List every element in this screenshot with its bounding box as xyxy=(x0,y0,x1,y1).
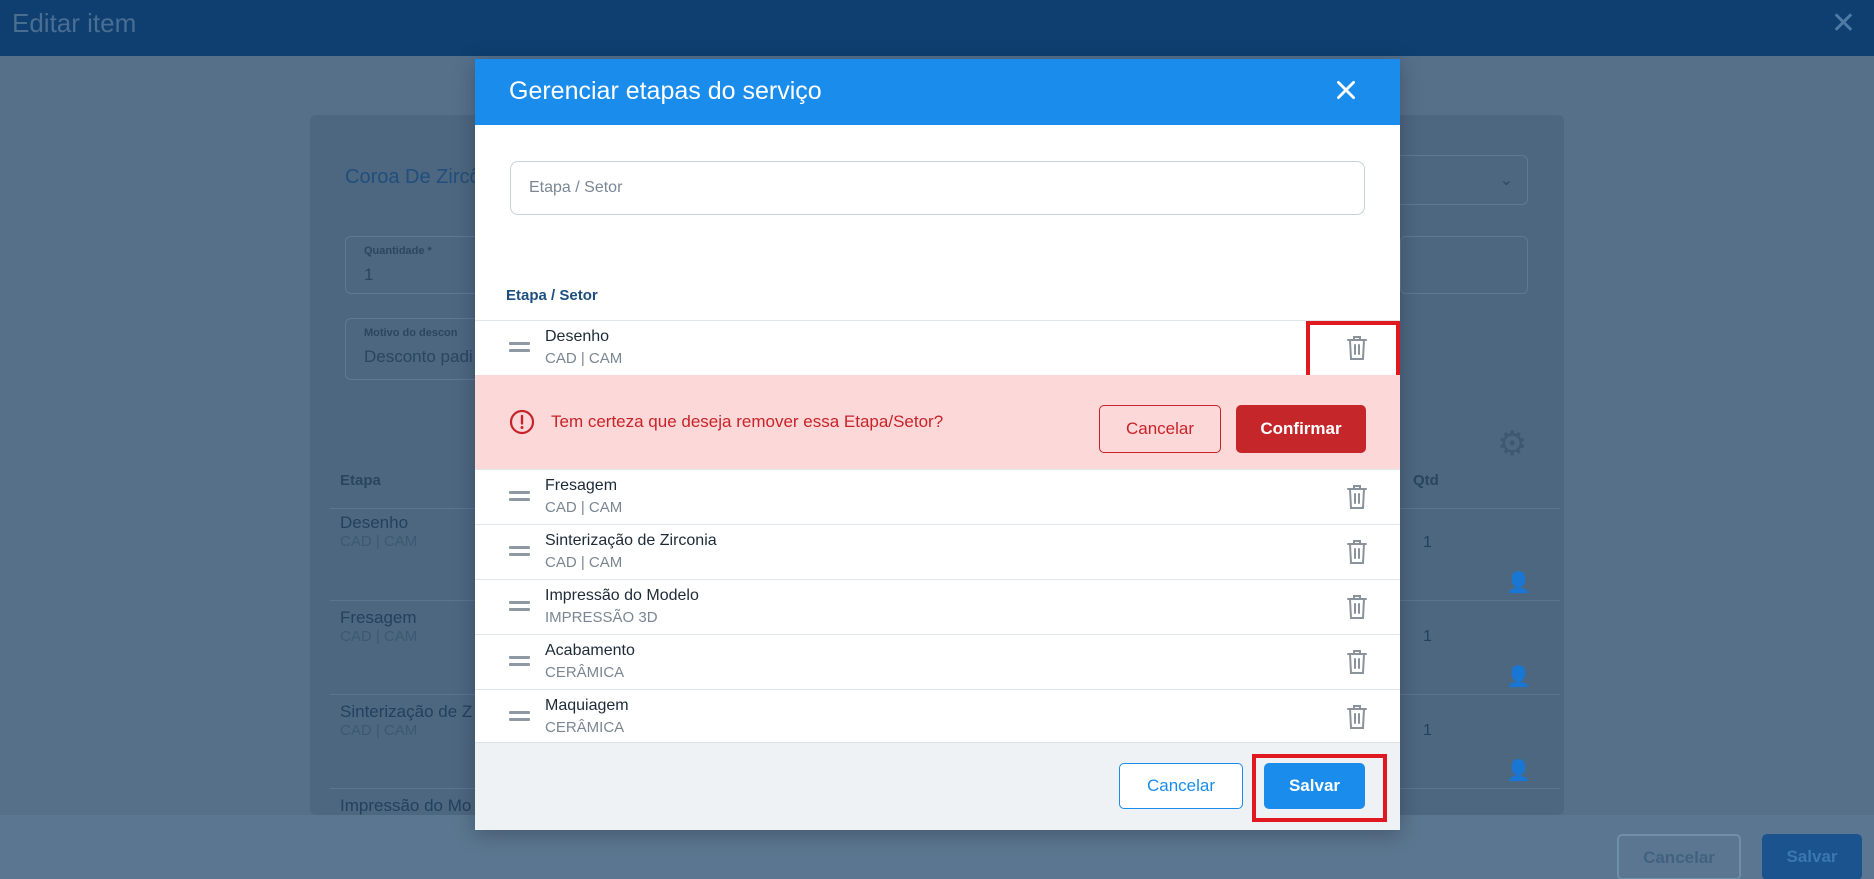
confirm-cancel-button[interactable]: Cancelar xyxy=(1099,405,1221,453)
step-name: Maquiagem xyxy=(545,697,629,714)
column-header-etapa-setor: Etapa / Setor xyxy=(506,287,598,304)
drag-handle-icon[interactable] xyxy=(509,601,530,613)
step-sector: IMPRESSÃO 3D xyxy=(545,609,658,626)
drag-handle-icon[interactable] xyxy=(509,546,530,558)
trash-highlight-box xyxy=(1306,321,1400,381)
add-person-icon[interactable]: 👤 xyxy=(1506,664,1531,689)
step-name: Sinterização de Zirconia xyxy=(545,532,717,549)
drag-handle-icon[interactable] xyxy=(509,342,530,354)
modal-footer: Cancelar Salvar xyxy=(475,742,1400,830)
drag-handle-icon[interactable] xyxy=(509,491,530,503)
confirmation-message: Tem certeza que deseja remover essa Etap… xyxy=(551,412,944,431)
trash-icon[interactable] xyxy=(1346,649,1368,675)
confirm-remove-button[interactable]: Confirmar xyxy=(1236,405,1366,453)
manage-steps-modal: Gerenciar etapas do serviço Etapa / Seto… xyxy=(475,59,1400,830)
add-person-icon[interactable]: 👤 xyxy=(1506,570,1531,595)
discount-reason-label: Motivo do descon xyxy=(364,327,458,339)
step-sector: CAD | CAM xyxy=(545,499,623,516)
bg-field-right[interactable] xyxy=(1400,236,1528,294)
quantity-field[interactable]: Quantidade * 1 xyxy=(345,236,485,294)
step-sector: CAD | CAM xyxy=(545,554,623,571)
discount-reason-field[interactable]: Motivo do descon Desconto padi xyxy=(345,318,485,380)
step-name: Desenho xyxy=(545,328,610,345)
cancel-button[interactable]: Cancelar xyxy=(1119,763,1243,809)
list-item: Desenho CAD | CAM xyxy=(475,320,1400,381)
page-close-icon[interactable]: ✕ xyxy=(1831,6,1856,41)
step-name: Impressão do Modelo xyxy=(545,587,699,604)
list-item: Sinterização de Zirconia CAD | CAM xyxy=(475,524,1400,579)
step-search-input[interactable] xyxy=(510,161,1365,215)
add-person-icon[interactable]: 👤 xyxy=(1506,758,1531,783)
bg-row-qty: 1 xyxy=(1423,722,1432,739)
product-name: Coroa De Zircô xyxy=(345,166,481,188)
bg-row-qty: 1 xyxy=(1423,628,1432,645)
chevron-down-icon: ⌄ xyxy=(1499,172,1513,189)
quantity-label: Quantidade * xyxy=(364,245,432,257)
modal-header: Gerenciar etapas do serviço xyxy=(475,59,1400,125)
list-item: Acabamento CERÂMICA xyxy=(475,634,1400,689)
steps-list: Desenho CAD | CAM Tem certeza que deseja… xyxy=(475,320,1400,744)
trash-icon[interactable] xyxy=(1346,484,1368,510)
bg-column-etapa: Etapa xyxy=(340,472,381,489)
trash-icon[interactable] xyxy=(1346,594,1368,620)
gear-icon[interactable]: ⚙ xyxy=(1497,424,1527,464)
step-sector: CAD | CAM xyxy=(545,350,623,367)
alert-circle-icon xyxy=(509,409,535,435)
drag-handle-icon[interactable] xyxy=(509,656,530,668)
trash-icon[interactable] xyxy=(1346,704,1368,730)
drag-handle-icon[interactable] xyxy=(509,711,530,723)
discount-reason-value: Desconto padi xyxy=(364,347,473,366)
step-name: Fresagem xyxy=(545,477,618,494)
product-select[interactable]: ⌄ xyxy=(1390,155,1528,205)
bg-row-qty: 1 xyxy=(1423,534,1432,551)
modal-title: Gerenciar etapas do serviço xyxy=(509,77,822,105)
page-cancel-button[interactable]: Cancelar xyxy=(1617,834,1741,879)
remove-confirmation-bar: Tem certeza que deseja remover essa Etap… xyxy=(475,375,1400,469)
step-sector: CERÂMICA xyxy=(545,664,625,681)
list-item: Maquiagem CERÂMICA xyxy=(475,689,1400,744)
page-save-button[interactable]: Salvar xyxy=(1762,834,1862,879)
trash-icon[interactable] xyxy=(1346,539,1368,565)
page-title: Editar item xyxy=(12,8,137,38)
bg-column-qtd: Qtd xyxy=(1413,472,1439,489)
step-sector: CERÂMICA xyxy=(545,719,625,736)
step-name: Acabamento xyxy=(545,642,635,659)
save-highlight-box xyxy=(1252,754,1387,822)
close-icon[interactable] xyxy=(1333,77,1363,107)
page-header: Editar item ✕ xyxy=(0,0,1874,56)
list-item: Fresagem CAD | CAM xyxy=(475,469,1400,524)
list-item: Impressão do Modelo IMPRESSÃO 3D xyxy=(475,579,1400,634)
quantity-value: 1 xyxy=(364,265,374,284)
